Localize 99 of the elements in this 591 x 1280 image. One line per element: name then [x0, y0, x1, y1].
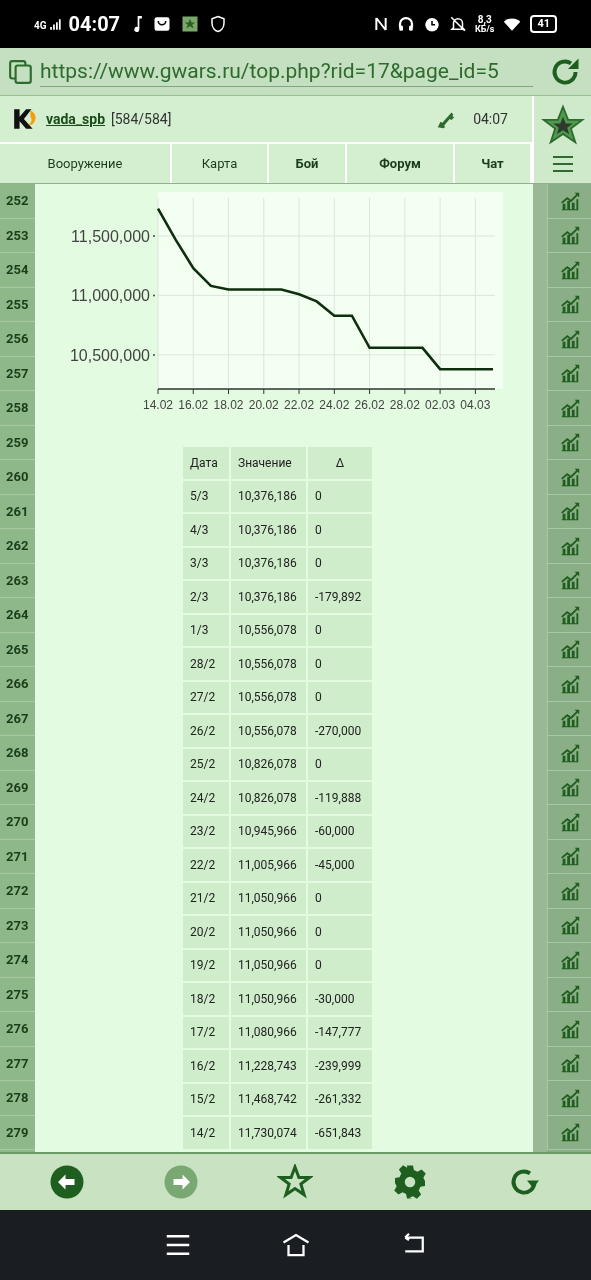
- table-cell: 20/2: [183, 916, 229, 948]
- table-cell: 18/2: [183, 983, 229, 1015]
- star-icon: [277, 1164, 314, 1200]
- table-cell: 11,050,966: [231, 983, 306, 1015]
- column-header: Дата: [183, 447, 229, 479]
- table-cell: 0: [308, 882, 372, 914]
- table-cell: 17/2: [183, 1016, 229, 1048]
- table-cell: 10,376,186: [231, 581, 306, 613]
- table-cell: 5/3: [183, 480, 229, 512]
- table-cell: 11,050,966: [231, 916, 306, 948]
- y-tick-label: 11,500,000: [71, 228, 150, 245]
- table-cell: -60,000: [308, 815, 372, 847]
- table-cell: -45,000: [308, 849, 372, 881]
- table-cell: 11,228,743: [231, 1050, 306, 1082]
- x-tick-label: 18.02: [213, 398, 244, 412]
- table-cell: 10,826,078: [231, 748, 306, 780]
- network-speed: 8,3: [477, 14, 492, 25]
- table-cell: 24/2: [183, 782, 229, 814]
- x-tick-label: 04.03: [460, 398, 491, 412]
- table-cell: -30,000: [308, 983, 372, 1015]
- table-cell: 22/2: [183, 849, 229, 881]
- table-cell: 21/2: [183, 882, 229, 914]
- table-cell: 16/2: [183, 1050, 229, 1082]
- table-cell: 23/2: [183, 815, 229, 847]
- table-cell: -270,000: [308, 715, 372, 747]
- table-cell: 19/2: [183, 949, 229, 981]
- y-tick-label: 11,000,000: [71, 287, 150, 305]
- wifi-icon: [502, 15, 523, 33]
- table-cell: 10,556,078: [231, 715, 306, 747]
- table-cell: 10,945,966: [231, 815, 306, 847]
- table-cell: 0: [308, 748, 372, 780]
- table-cell: -261,332: [308, 1083, 372, 1115]
- table-cell: 1/3: [183, 614, 229, 646]
- table-cell: 0: [308, 614, 372, 646]
- settings-icon: [391, 1164, 428, 1200]
- music-note-icon: [134, 16, 144, 32]
- battery-indicator: 41: [530, 15, 557, 33]
- muted-bell-icon: [448, 15, 467, 33]
- table-cell: -119,888: [308, 782, 372, 814]
- bag-icon: [153, 15, 172, 33]
- x-tick-label: 14.02: [143, 398, 173, 412]
- headphones-icon: [396, 15, 415, 33]
- table-cell: 10,376,186: [231, 514, 306, 546]
- clock: 04:07: [68, 11, 121, 38]
- x-tick-label: 28.02: [389, 398, 420, 412]
- server-time: 04:07: [473, 109, 508, 129]
- network-type: 4G: [34, 21, 47, 31]
- table-cell: 0: [308, 547, 372, 579]
- column-header: Δ: [308, 447, 372, 479]
- copy-tabs-icon[interactable]: [8, 57, 34, 86]
- username-link[interactable]: vada_spb: [46, 108, 106, 130]
- table-cell: 27/2: [183, 681, 229, 713]
- back-icon: [49, 1164, 86, 1200]
- table-cell: -239,999: [308, 1050, 372, 1082]
- table-cell: -651,843: [308, 1117, 372, 1149]
- table-cell: 11,468,742: [231, 1083, 306, 1115]
- x-tick-label: 24.02: [319, 398, 350, 412]
- table-cell: 0: [308, 681, 372, 713]
- forward-icon: [163, 1164, 200, 1200]
- x-tick-label: 02.03: [425, 398, 456, 412]
- table-cell: -179,892: [308, 581, 372, 613]
- y-tick-label: 10,500,000: [69, 346, 150, 364]
- table-cell: 26/2: [183, 715, 229, 747]
- table-cell: -147,777: [308, 1016, 372, 1048]
- table-cell: 0: [308, 480, 372, 512]
- table-cell: 28/2: [183, 648, 229, 680]
- table-cell: 14/2: [183, 1117, 229, 1149]
- table-cell: 15/2: [183, 1083, 229, 1115]
- table-cell: 25/2: [183, 748, 229, 780]
- x-tick-label: 22.02: [284, 398, 315, 412]
- table-cell: 10,826,078: [231, 782, 306, 814]
- table-cell: 0: [308, 916, 372, 948]
- table-cell: 10,376,186: [231, 480, 306, 512]
- table-cell: 4/3: [183, 514, 229, 546]
- column-header: Значение: [231, 447, 306, 479]
- table-cell: 0: [308, 514, 372, 546]
- star-app-icon: [181, 15, 200, 33]
- x-tick-label: 26.02: [354, 398, 385, 412]
- signal-icon: [48, 17, 63, 31]
- hp-counter: [584/584]: [111, 109, 172, 129]
- table-cell: 3/3: [183, 547, 229, 579]
- table-cell: 11,050,966: [231, 949, 306, 981]
- table-cell: 2/3: [183, 581, 229, 613]
- table-cell: 11,050,966: [231, 882, 306, 914]
- alarm-clock-icon: [422, 15, 441, 33]
- table-cell: 11,730,074: [231, 1117, 306, 1149]
- table-cell: 0: [308, 648, 372, 680]
- x-tick-label: 16.02: [178, 398, 209, 412]
- table-cell: 10,556,078: [231, 648, 306, 680]
- table-cell: 10,556,078: [231, 614, 306, 646]
- speed-unit: КБ/s: [474, 24, 495, 34]
- table-cell: 10,556,078: [231, 681, 306, 713]
- table-cell: 10,376,186: [231, 547, 306, 579]
- table-cell: 0: [308, 949, 372, 981]
- nfc-icon: [372, 15, 389, 33]
- table-cell: 11,080,966: [231, 1016, 306, 1048]
- x-tick-label: 20.02: [248, 398, 279, 412]
- table-cell: 11,005,966: [231, 849, 306, 881]
- shield-icon: [209, 15, 228, 33]
